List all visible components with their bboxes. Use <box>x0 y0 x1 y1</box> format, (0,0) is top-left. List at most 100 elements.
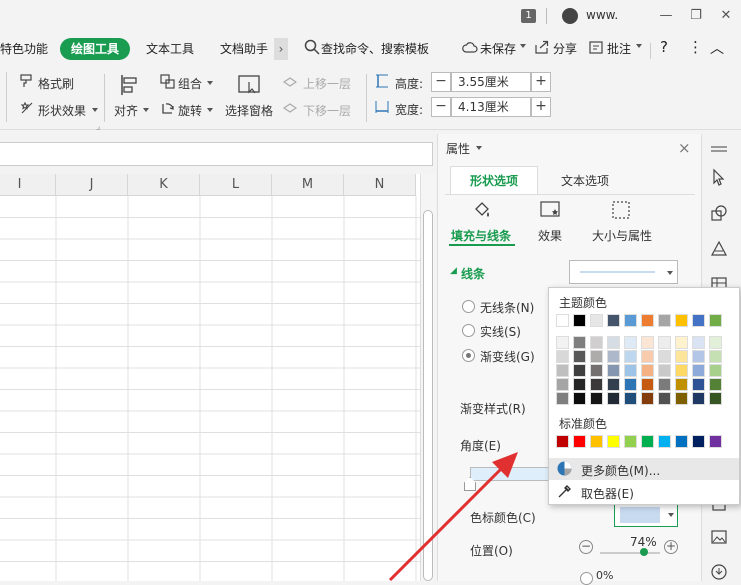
user-name[interactable]: www. <box>586 8 618 22</box>
theme-shade-swatch[interactable] <box>573 364 586 377</box>
align-button[interactable]: 对齐 <box>114 102 138 119</box>
theme-shade-swatch[interactable] <box>641 364 654 377</box>
theme-shade-swatch[interactable] <box>709 336 722 349</box>
theme-shade-swatch[interactable] <box>692 378 705 391</box>
theme-shade-swatch[interactable] <box>624 392 637 405</box>
height-input[interactable]: 3.55厘米 <box>451 72 531 92</box>
theme-shade-swatch[interactable] <box>709 392 722 405</box>
share-button[interactable]: 分享 <box>553 40 577 57</box>
theme-shade-swatch[interactable] <box>590 364 603 377</box>
theme-shade-swatch[interactable] <box>607 350 620 363</box>
panel-title[interactable]: 属性 <box>446 140 470 157</box>
theme-shade-swatch[interactable] <box>641 350 654 363</box>
theme-shade-swatch[interactable] <box>590 392 603 405</box>
avatar[interactable] <box>562 8 578 24</box>
menu-drawing-tools[interactable]: 绘图工具 <box>60 38 130 60</box>
standard-color-swatch[interactable] <box>624 435 637 448</box>
theme-color-swatch[interactable] <box>675 314 688 327</box>
search-commands[interactable]: 查找命令、搜索模板 <box>321 40 429 57</box>
collapse-triangle-icon[interactable]: ◢ <box>450 266 457 276</box>
gradient-line-radio[interactable] <box>462 349 475 362</box>
minimize-button[interactable]: — <box>656 6 676 26</box>
tab-text-options[interactable]: 文本选项 <box>561 172 609 189</box>
theme-shade-swatch[interactable] <box>556 336 569 349</box>
format-painter-button[interactable]: 格式刷 <box>38 75 74 92</box>
theme-color-swatch[interactable] <box>641 314 654 327</box>
menu-featured[interactable]: 特色功能 <box>0 40 48 57</box>
backup-icon[interactable] <box>710 563 728 581</box>
theme-shade-swatch[interactable] <box>692 350 705 363</box>
theme-color-swatch[interactable] <box>556 314 569 327</box>
theme-shade-swatch[interactable] <box>624 364 637 377</box>
height-increase-button[interactable]: + <box>531 72 551 92</box>
position-decrease-button[interactable]: − <box>579 540 593 554</box>
unsaved-status[interactable]: 未保存 <box>480 40 516 57</box>
style-icon[interactable] <box>710 240 728 258</box>
more-options-button[interactable]: ⋮ <box>688 38 703 56</box>
column-header[interactable]: M <box>272 174 344 196</box>
theme-shade-swatch[interactable] <box>556 378 569 391</box>
group-button[interactable]: 组合 <box>178 75 202 92</box>
formula-bar[interactable] <box>0 142 433 166</box>
theme-color-swatch[interactable] <box>624 314 637 327</box>
close-panel-button[interactable]: × <box>678 139 691 157</box>
theme-shade-swatch[interactable] <box>607 336 620 349</box>
theme-shade-swatch[interactable] <box>573 336 586 349</box>
width-increase-button[interactable]: + <box>531 97 551 117</box>
shapes-icon[interactable] <box>710 204 728 222</box>
ribbon-group-launcher[interactable]: ⌟ <box>96 122 100 132</box>
theme-shade-swatch[interactable] <box>590 378 603 391</box>
theme-shade-swatch[interactable] <box>641 392 654 405</box>
gradient-line-label[interactable]: 渐变线(G) <box>480 348 535 365</box>
theme-color-swatch[interactable] <box>590 314 603 327</box>
theme-shade-swatch[interactable] <box>624 378 637 391</box>
restore-button[interactable]: ❐ <box>686 6 706 26</box>
notification-badge[interactable]: 1 <box>521 9 536 23</box>
theme-shade-swatch[interactable] <box>556 364 569 377</box>
theme-shade-swatch[interactable] <box>658 378 671 391</box>
width-input[interactable]: 4.13厘米 <box>451 97 531 117</box>
theme-color-swatch[interactable] <box>573 314 586 327</box>
standard-color-swatch[interactable] <box>607 435 620 448</box>
subtab-effects[interactable]: 效果 <box>538 227 562 244</box>
menu-text-tools[interactable]: 文本工具 <box>146 40 194 57</box>
standard-color-swatch[interactable] <box>709 435 722 448</box>
transparency-value[interactable]: 0% <box>596 569 613 582</box>
theme-shade-swatch[interactable] <box>573 350 586 363</box>
theme-color-swatch[interactable] <box>607 314 620 327</box>
theme-shade-swatch[interactable] <box>692 364 705 377</box>
position-value[interactable]: 74% <box>630 535 657 549</box>
help-button[interactable]: ? <box>660 38 668 56</box>
theme-shade-swatch[interactable] <box>624 336 637 349</box>
collapse-ribbon-button[interactable]: ︿ <box>710 38 724 58</box>
standard-color-swatch[interactable] <box>658 435 671 448</box>
theme-shade-swatch[interactable] <box>692 336 705 349</box>
theme-shade-swatch[interactable] <box>675 378 688 391</box>
theme-shade-swatch[interactable] <box>607 378 620 391</box>
theme-shade-swatch[interactable] <box>641 336 654 349</box>
theme-shade-swatch[interactable] <box>658 336 671 349</box>
send-backward-button[interactable]: 下移一层 <box>303 102 351 119</box>
theme-shade-swatch[interactable] <box>692 392 705 405</box>
theme-shade-swatch[interactable] <box>641 378 654 391</box>
image-icon[interactable] <box>710 528 728 546</box>
column-header[interactable]: J <box>56 174 128 196</box>
comment-button[interactable]: 批注 <box>607 40 631 57</box>
theme-color-swatch[interactable] <box>709 314 722 327</box>
position-slider-handle[interactable] <box>640 548 648 556</box>
column-header[interactable]: N <box>344 174 416 196</box>
theme-shade-swatch[interactable] <box>675 392 688 405</box>
transparency-radio[interactable] <box>580 572 593 585</box>
menu-doc-assistant[interactable]: 文档助手 <box>220 40 268 57</box>
eyedropper-item[interactable]: 取色器(E) <box>581 485 634 502</box>
rotate-button[interactable]: 旋转 <box>178 102 202 119</box>
solid-line-radio[interactable] <box>462 324 475 337</box>
solid-line-label[interactable]: 实线(S) <box>480 323 521 340</box>
standard-color-swatch[interactable] <box>692 435 705 448</box>
theme-color-swatch[interactable] <box>692 314 705 327</box>
theme-shade-swatch[interactable] <box>675 336 688 349</box>
spreadsheet-grid[interactable]: IJKLMN <box>0 174 420 581</box>
theme-shade-swatch[interactable] <box>607 392 620 405</box>
position-increase-button[interactable]: + <box>664 540 678 554</box>
line-section-title[interactable]: 线条 <box>461 265 485 282</box>
